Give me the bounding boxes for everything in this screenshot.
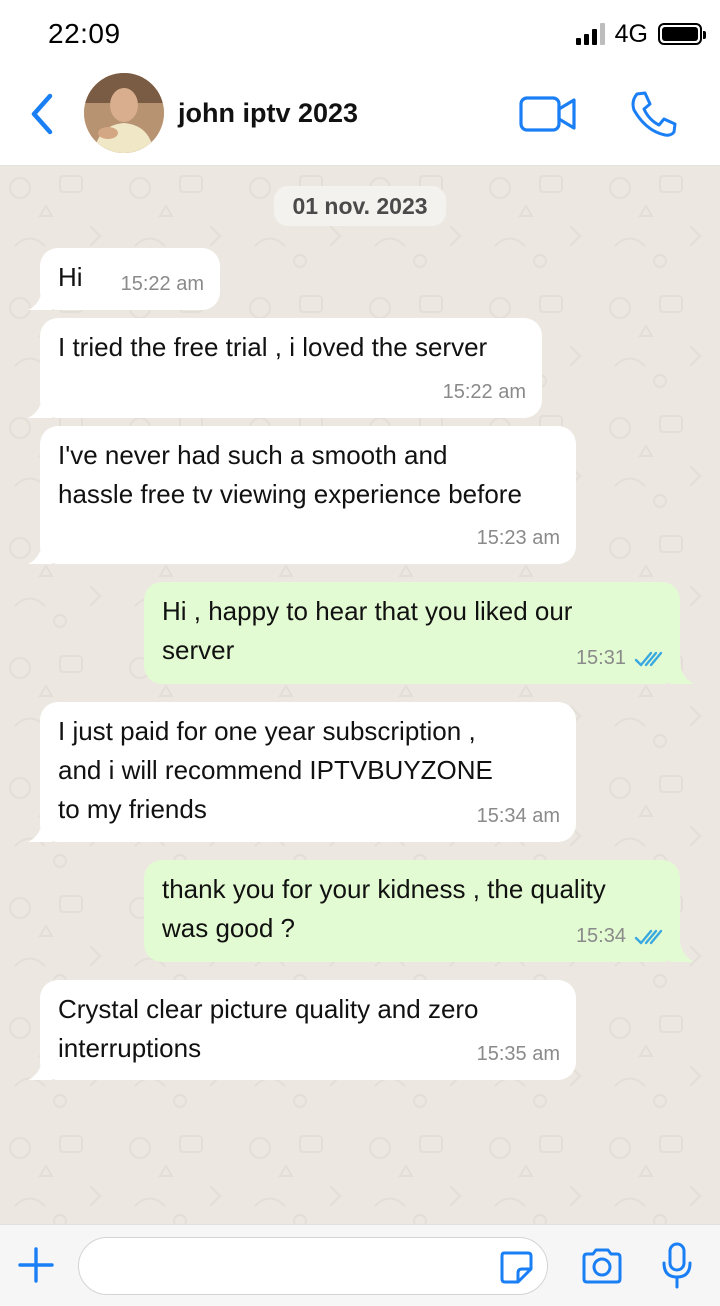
bubble-tail: [670, 942, 694, 962]
sticker-button[interactable]: [498, 1249, 534, 1285]
message-time: 15:34: [575, 925, 626, 947]
avatar[interactable]: [84, 73, 164, 153]
message-time: 15:23 am: [476, 527, 560, 549]
message-text: thank you for your kidness , the quality…: [162, 874, 606, 943]
date-separator: 01 nov. 2023: [274, 186, 446, 226]
chat-area[interactable]: 01 nov. 2023 Hi 15:22 am I tried the fre…: [0, 166, 720, 1224]
status-bar: 22:09 4G: [0, 0, 720, 68]
bubble-tail: [670, 664, 694, 684]
bubble-tail: [28, 1060, 52, 1080]
signal-icon: [575, 23, 605, 45]
message-bubble-outgoing[interactable]: thank you for your kidness , the quality…: [144, 860, 694, 962]
message-time: 15:22 am: [120, 273, 204, 295]
plus-icon: [18, 1247, 54, 1283]
status-indicators: 4G: [575, 19, 706, 48]
status-time: 22:09: [48, 18, 121, 49]
phone-icon: [631, 91, 677, 137]
message-meta: 15:22 am: [121, 265, 204, 304]
bubble-tail: [28, 398, 52, 418]
bubble-tail: [28, 822, 52, 842]
double-check-icon: [634, 929, 663, 944]
message-bubble-incoming[interactable]: I just paid for one year subscription , …: [28, 702, 576, 842]
message-time: 15:34 am: [476, 805, 560, 827]
microphone-icon: [662, 1242, 692, 1289]
network-label: 4G: [614, 19, 648, 48]
message-text: Crystal clear picture quality and zero i…: [58, 994, 479, 1063]
message-text: I just paid for one year subscription , …: [58, 716, 493, 824]
bubble-tail: [28, 544, 52, 564]
message-bubble-outgoing[interactable]: Hi , happy to hear that you liked our se…: [144, 582, 694, 684]
message-meta: 15:31: [576, 639, 664, 678]
voice-call-button[interactable]: [628, 90, 678, 138]
camera-icon: [582, 1248, 622, 1284]
message-meta: 15:23 am: [477, 519, 560, 558]
message-text: I tried the free trial , i loved the ser…: [58, 332, 488, 362]
sticker-icon: [500, 1251, 533, 1284]
message-meta: 15:35 am: [477, 1035, 560, 1074]
chevron-left-icon: [31, 93, 53, 135]
message-input[interactable]: [78, 1237, 548, 1295]
message-text: I've never had such a smooth and hassle …: [58, 440, 522, 509]
message-meta: 15:34 am: [477, 797, 560, 836]
message-bubble-incoming[interactable]: Crystal clear picture quality and zero i…: [28, 980, 576, 1080]
video-camera-icon: [519, 96, 576, 132]
attach-button[interactable]: [16, 1245, 56, 1285]
message-time: 15:35 am: [476, 1043, 560, 1065]
message-meta: 15:22 am: [443, 373, 526, 412]
message-meta: 15:34: [576, 917, 664, 956]
message-time: 15:31: [575, 647, 626, 669]
message-input-bar: [0, 1224, 720, 1306]
bubble-tail: [28, 290, 52, 310]
message-bubble-incoming[interactable]: I've never had such a smooth and hassle …: [28, 426, 576, 564]
voice-message-button[interactable]: [660, 1241, 694, 1291]
contact-name[interactable]: john iptv 2023: [178, 98, 358, 129]
double-check-icon: [634, 651, 663, 666]
message-text: Hi , happy to hear that you liked our se…: [162, 596, 573, 665]
message-time: 15:22 am: [442, 381, 526, 403]
chat-header: john iptv 2023: [0, 68, 720, 166]
message-bubble-incoming[interactable]: I tried the free trial , i loved the ser…: [28, 318, 542, 418]
avatar-photo: [84, 73, 164, 153]
video-call-button[interactable]: [518, 94, 578, 134]
battery-icon: [658, 23, 706, 45]
message-text: Hi: [58, 262, 83, 292]
camera-button[interactable]: [580, 1247, 624, 1285]
message-bubble-incoming[interactable]: Hi 15:22 am: [28, 248, 220, 310]
back-button[interactable]: [26, 90, 60, 138]
